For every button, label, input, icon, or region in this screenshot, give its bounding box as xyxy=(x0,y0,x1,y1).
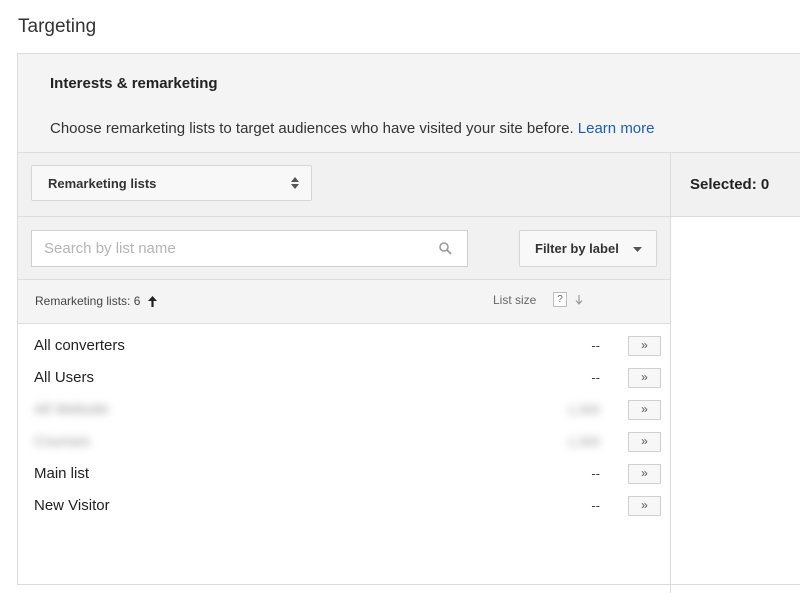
list-item: All Website 1,300 » xyxy=(18,388,670,420)
add-list-button[interactable]: » xyxy=(628,464,661,484)
arrow-down-icon[interactable] xyxy=(575,295,583,305)
list-item-name: All converters xyxy=(34,337,125,354)
list-type-select-value: Remarketing lists xyxy=(48,176,157,191)
search-row: Filter by label xyxy=(18,217,670,279)
list-count-value: 6 xyxy=(133,294,141,308)
add-list-button[interactable]: » xyxy=(628,368,661,388)
list-item: New Visitor -- » xyxy=(18,484,670,516)
list-count-label: Remarketing lists: xyxy=(35,294,131,308)
list-header: Remarketing lists: 6 List size ? xyxy=(18,279,670,324)
add-list-button[interactable]: » xyxy=(628,432,661,452)
list-item-name: All Users xyxy=(34,369,95,386)
list-item-size: -- xyxy=(591,498,600,513)
list-item-size: 1,300 xyxy=(567,434,600,449)
list-item: All converters -- » xyxy=(18,324,670,356)
list-type-select[interactable]: Remarketing lists xyxy=(31,165,312,201)
list-item: Courses 1,300 » xyxy=(18,420,670,452)
description-text: Choose remarketing lists to target audie… xyxy=(50,120,574,137)
list-item-size: -- xyxy=(591,370,600,385)
add-list-button[interactable]: » xyxy=(628,400,661,420)
page-title: Targeting xyxy=(18,16,97,37)
list-item-size: 1,300 xyxy=(567,402,600,417)
learn-more-link[interactable]: Learn more xyxy=(578,120,655,137)
add-list-button[interactable]: » xyxy=(628,336,661,356)
section-title: Interests & remarketing xyxy=(50,75,218,92)
targeting-panel: Interests & remarketing Choose remarketi… xyxy=(17,53,800,593)
list-item: All Users -- » xyxy=(18,356,670,388)
add-list-button[interactable]: » xyxy=(628,496,661,516)
list-count-sort[interactable]: Remarketing lists: 6 xyxy=(35,294,157,308)
arrow-up-icon xyxy=(147,296,157,307)
list-item-name: All Website xyxy=(34,401,109,418)
list-item-size: -- xyxy=(591,466,600,481)
list-item-name: Courses xyxy=(34,433,90,450)
search-icon[interactable] xyxy=(439,242,452,255)
column-divider xyxy=(670,153,671,593)
caret-down-icon xyxy=(633,247,642,252)
list-type-toolbar: Remarketing lists xyxy=(18,153,800,217)
list-size-header[interactable]: List size xyxy=(493,293,536,307)
filter-by-label-button[interactable]: Filter by label xyxy=(519,230,657,267)
search-input[interactable] xyxy=(31,230,468,267)
panel-header: Interests & remarketing Choose remarketi… xyxy=(18,54,800,153)
list-item-size: -- xyxy=(591,338,600,353)
list-item-name: New Visitor xyxy=(34,497,110,514)
selected-count: Selected: 0 xyxy=(690,176,770,193)
help-icon[interactable]: ? xyxy=(553,292,567,307)
section-description: Choose remarketing lists to target audie… xyxy=(50,120,655,137)
updown-icon xyxy=(291,177,299,189)
filter-by-label-text: Filter by label xyxy=(535,241,619,256)
list-item-name: Main list xyxy=(34,465,90,482)
list-item: Main list -- » xyxy=(18,452,670,484)
